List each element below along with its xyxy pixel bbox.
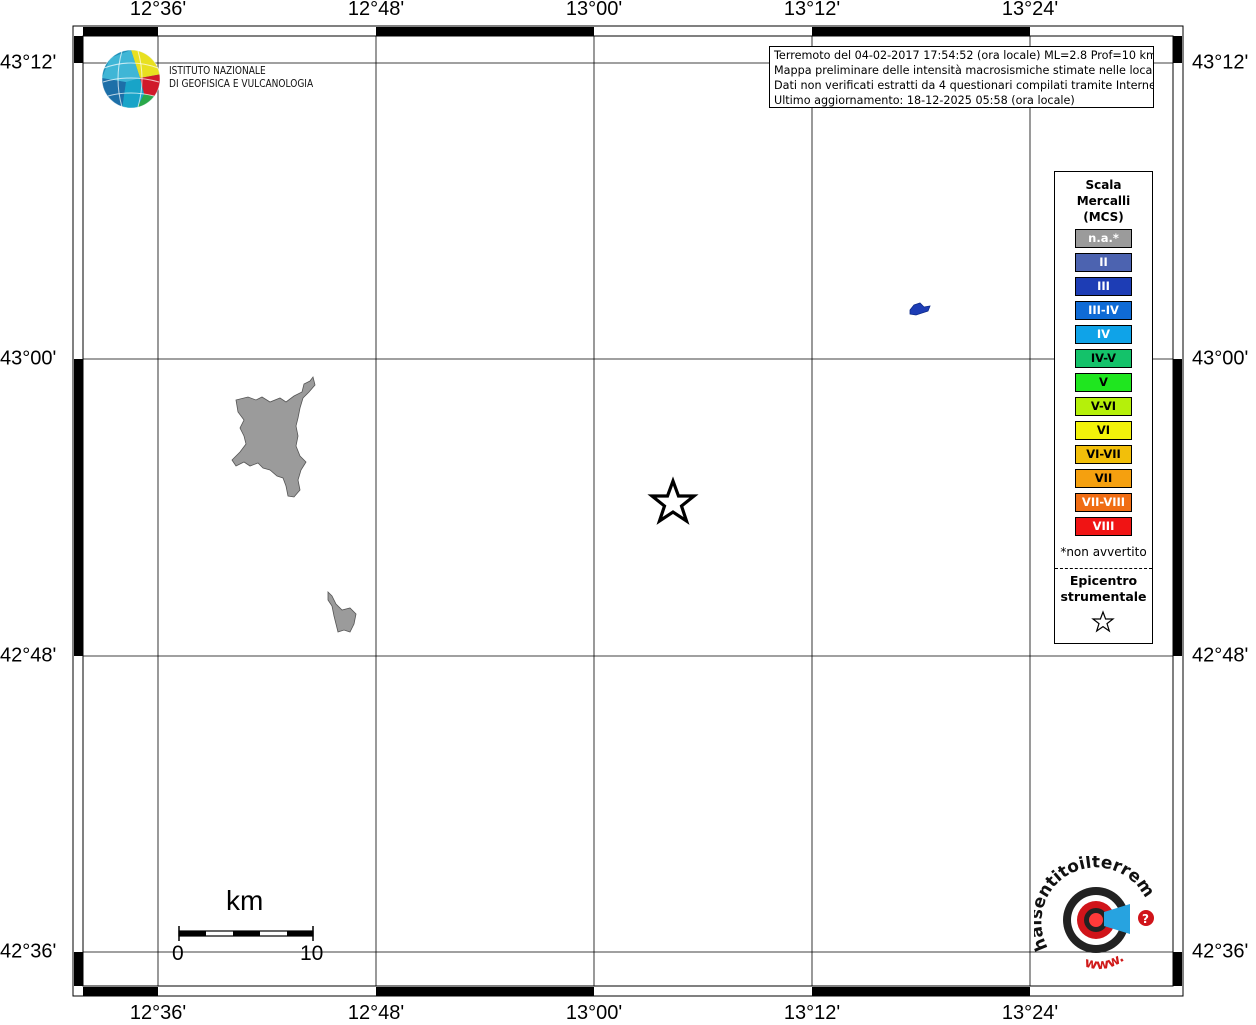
lat-label-right: 42°48' — [1192, 644, 1249, 667]
map-border-top — [83, 27, 1030, 36]
map-border-bottom — [83, 987, 1030, 996]
lon-label-bottom: 13°12' — [783, 1002, 841, 1024]
map-border-left — [74, 36, 83, 986]
lon-label-top: 13°00' — [565, 0, 623, 20]
lat-label-left: 42°36' — [0, 940, 57, 963]
mcs-legend: Scala Mercalli (MCS) n.a.* II III III-IV IV I… — [1054, 171, 1153, 644]
svg-text:www.: www. — [1083, 950, 1127, 973]
lon-label-top: 12°48' — [347, 0, 405, 20]
legend-epicenter-line: strumentale — [1060, 589, 1147, 604]
hst-logo-www: www. — [1083, 950, 1127, 973]
legend-epicenter-label: Epicentro strumentale — [1055, 573, 1152, 605]
legend-item-iii-iv: III-IV — [1075, 301, 1132, 320]
legend-item-viii: VIII — [1075, 517, 1132, 536]
lon-label-top: 12°36' — [129, 0, 187, 20]
legend-item-iii: III — [1075, 277, 1132, 296]
event-info-line: Terremoto del 04-02-2017 17:54:52 (ora l… — [774, 49, 1154, 62]
legend-item-vii-viii: VII-VIII — [1075, 493, 1132, 512]
map-border-right — [1173, 36, 1182, 986]
lat-label-right: 43°12' — [1192, 51, 1249, 74]
legend-title-line: (MCS) — [1083, 210, 1124, 224]
lon-label-bottom: 13°00' — [565, 1002, 623, 1024]
lon-label-bottom: 12°48' — [347, 1002, 405, 1024]
lon-label-top: 13°12' — [783, 0, 841, 20]
legend-title: Scala Mercalli (MCS) — [1055, 177, 1152, 225]
legend-item-vii: VII — [1075, 469, 1132, 488]
scale-bar-end-label: 10 — [300, 942, 324, 965]
event-info-line: Mappa preliminare delle intensità macros… — [774, 64, 1154, 77]
svg-text:?: ? — [1142, 912, 1149, 926]
lon-label-bottom: 12°36' — [129, 1002, 187, 1024]
legend-title-line: Scala — [1085, 178, 1122, 192]
legend-item-vi: VI — [1075, 421, 1132, 440]
ingv-logo-text: ISTITUTO NAZIONALE DI GEOFISICA E VULCAN… — [169, 64, 313, 90]
legend-item-v-vi: V-VI — [1075, 397, 1132, 416]
scale-bar-unit: km — [226, 885, 264, 916]
star-icon — [1091, 610, 1115, 633]
lat-label-right: 43°00' — [1192, 347, 1249, 370]
legend-epicenter-line: Epicentro — [1069, 573, 1138, 588]
legend-item-vi-vii: VI-VII — [1075, 445, 1132, 464]
scale-bar-start-label: 0 — [172, 942, 184, 965]
seismic-target-icon: haisentitoilterremoto.it www. ? — [1034, 856, 1158, 973]
event-info-line: Dati non verificati estratti da 4 questi… — [774, 79, 1154, 92]
lat-label-left: 43°00' — [0, 347, 57, 370]
legend-item-v: V — [1075, 373, 1132, 392]
legend-note: *non avvertito — [1060, 545, 1147, 559]
map-inner-frame — [82, 35, 1174, 987]
legend-item-iv: IV — [1075, 325, 1132, 344]
ingv-logo-line2: DI GEOFISICA E VULCANOLOGIA — [169, 77, 314, 90]
legend-item-ii: II — [1075, 253, 1132, 272]
event-info-line: Ultimo aggiornamento: 18-12-2025 05:58 (… — [774, 94, 1075, 107]
lat-label-left: 42°48' — [0, 644, 57, 667]
lat-label-left: 43°12' — [0, 51, 57, 74]
legend-item-iv-v: IV-V — [1075, 349, 1132, 368]
lon-label-bottom: 13°24' — [1001, 1002, 1059, 1024]
legend-title-line: Mercalli — [1076, 194, 1131, 208]
event-info-box: Terremoto del 04-02-2017 17:54:52 (ora l… — [769, 46, 1154, 108]
legend-divider — [1055, 568, 1152, 569]
lat-label-right: 42°36' — [1192, 940, 1249, 963]
ingv-globe-icon — [101, 49, 161, 109]
lon-label-top: 13°24' — [1001, 0, 1059, 20]
ingv-logo-line1: ISTITUTO NAZIONALE — [169, 64, 266, 77]
legend-item-n-a: n.a.* — [1075, 229, 1132, 248]
